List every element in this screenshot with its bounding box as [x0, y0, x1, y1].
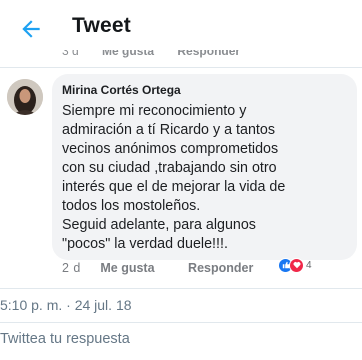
divider — [0, 322, 362, 323]
divider — [0, 288, 362, 289]
reply-input[interactable]: Twittea tu respuesta — [0, 331, 130, 347]
reply-button[interactable]: Responder — [188, 261, 253, 275]
comment-bubble: Mirina Cortés Ortega Siempre mi reconoci… — [52, 74, 357, 260]
previous-reply-button[interactable]: Responder — [177, 50, 240, 58]
comment: Mirina Cortés Ortega Siempre mi reconoci… — [0, 68, 362, 286]
tweet-timestamp: 5:10 p. m. · 24 jul. 18 — [0, 297, 132, 313]
comment-text: Siempre mi reconocimiento y admiración a… — [62, 103, 286, 252]
avatar-image — [7, 79, 43, 115]
previous-like-button[interactable]: Me gusta — [102, 50, 154, 58]
reaction-count: 4 — [306, 259, 312, 271]
avatar[interactable] — [7, 79, 43, 115]
comment-time[interactable]: 2 d — [62, 261, 81, 275]
like-button[interactable]: Me gusta — [100, 261, 154, 275]
comment-author[interactable]: Mirina Cortés Ortega — [62, 83, 347, 99]
page-title: Tweet — [72, 14, 131, 37]
previous-comment-time: 3 d — [62, 50, 79, 58]
reactions-summary[interactable]: 4 — [278, 256, 312, 274]
comment-actions: 2 d Me gusta Responder — [62, 261, 253, 275]
previous-comment-actions: 3 d Me gusta Responder — [62, 50, 260, 66]
back-arrow-icon[interactable] — [18, 16, 44, 42]
top-bar: Tweet — [0, 0, 362, 54]
love-icon — [289, 257, 304, 273]
